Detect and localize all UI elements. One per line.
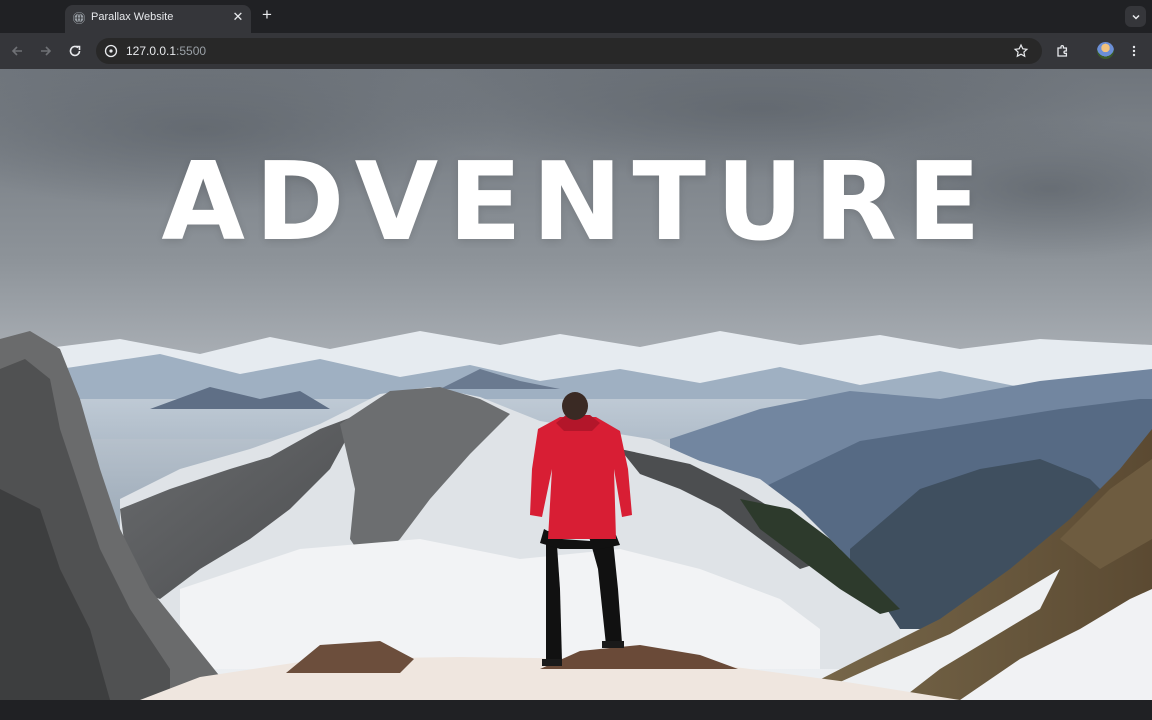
url-text: 127.0.0.1:5500 [126,44,206,58]
plus-icon[interactable]: + [259,6,275,23]
address-bar[interactable]: 127.0.0.1:5500 [96,38,1042,64]
kebab-menu-icon[interactable] [1125,42,1143,60]
info-icon[interactable] [104,44,118,58]
star-icon[interactable] [1013,43,1029,59]
globe-icon [73,12,85,24]
forward-arrow-icon[interactable] [37,42,55,60]
url-port: :5500 [176,44,207,58]
reload-icon[interactable] [66,42,84,60]
chevron-down-icon[interactable] [1125,6,1146,27]
page-viewport: ADVENTURE [0,69,1152,700]
tab-strip: Parallax Website ✕ + [0,0,1152,33]
avatar[interactable] [1097,42,1114,59]
tab-title: Parallax Website [91,11,174,23]
screen-bottom-bar [0,700,1152,720]
browser-window: Parallax Website ✕ + 127.0.0.1:5500 ADVE… [0,0,1152,720]
puzzle-icon[interactable] [1054,42,1072,60]
hero-headline: ADVENTURE [161,140,991,265]
tab-parallax-website[interactable]: Parallax Website ✕ [65,5,251,33]
close-icon[interactable]: ✕ [231,10,245,24]
back-arrow-icon[interactable] [8,42,26,60]
url-host: 127.0.0.1 [126,44,177,58]
browser-toolbar: 127.0.0.1:5500 [0,33,1152,69]
